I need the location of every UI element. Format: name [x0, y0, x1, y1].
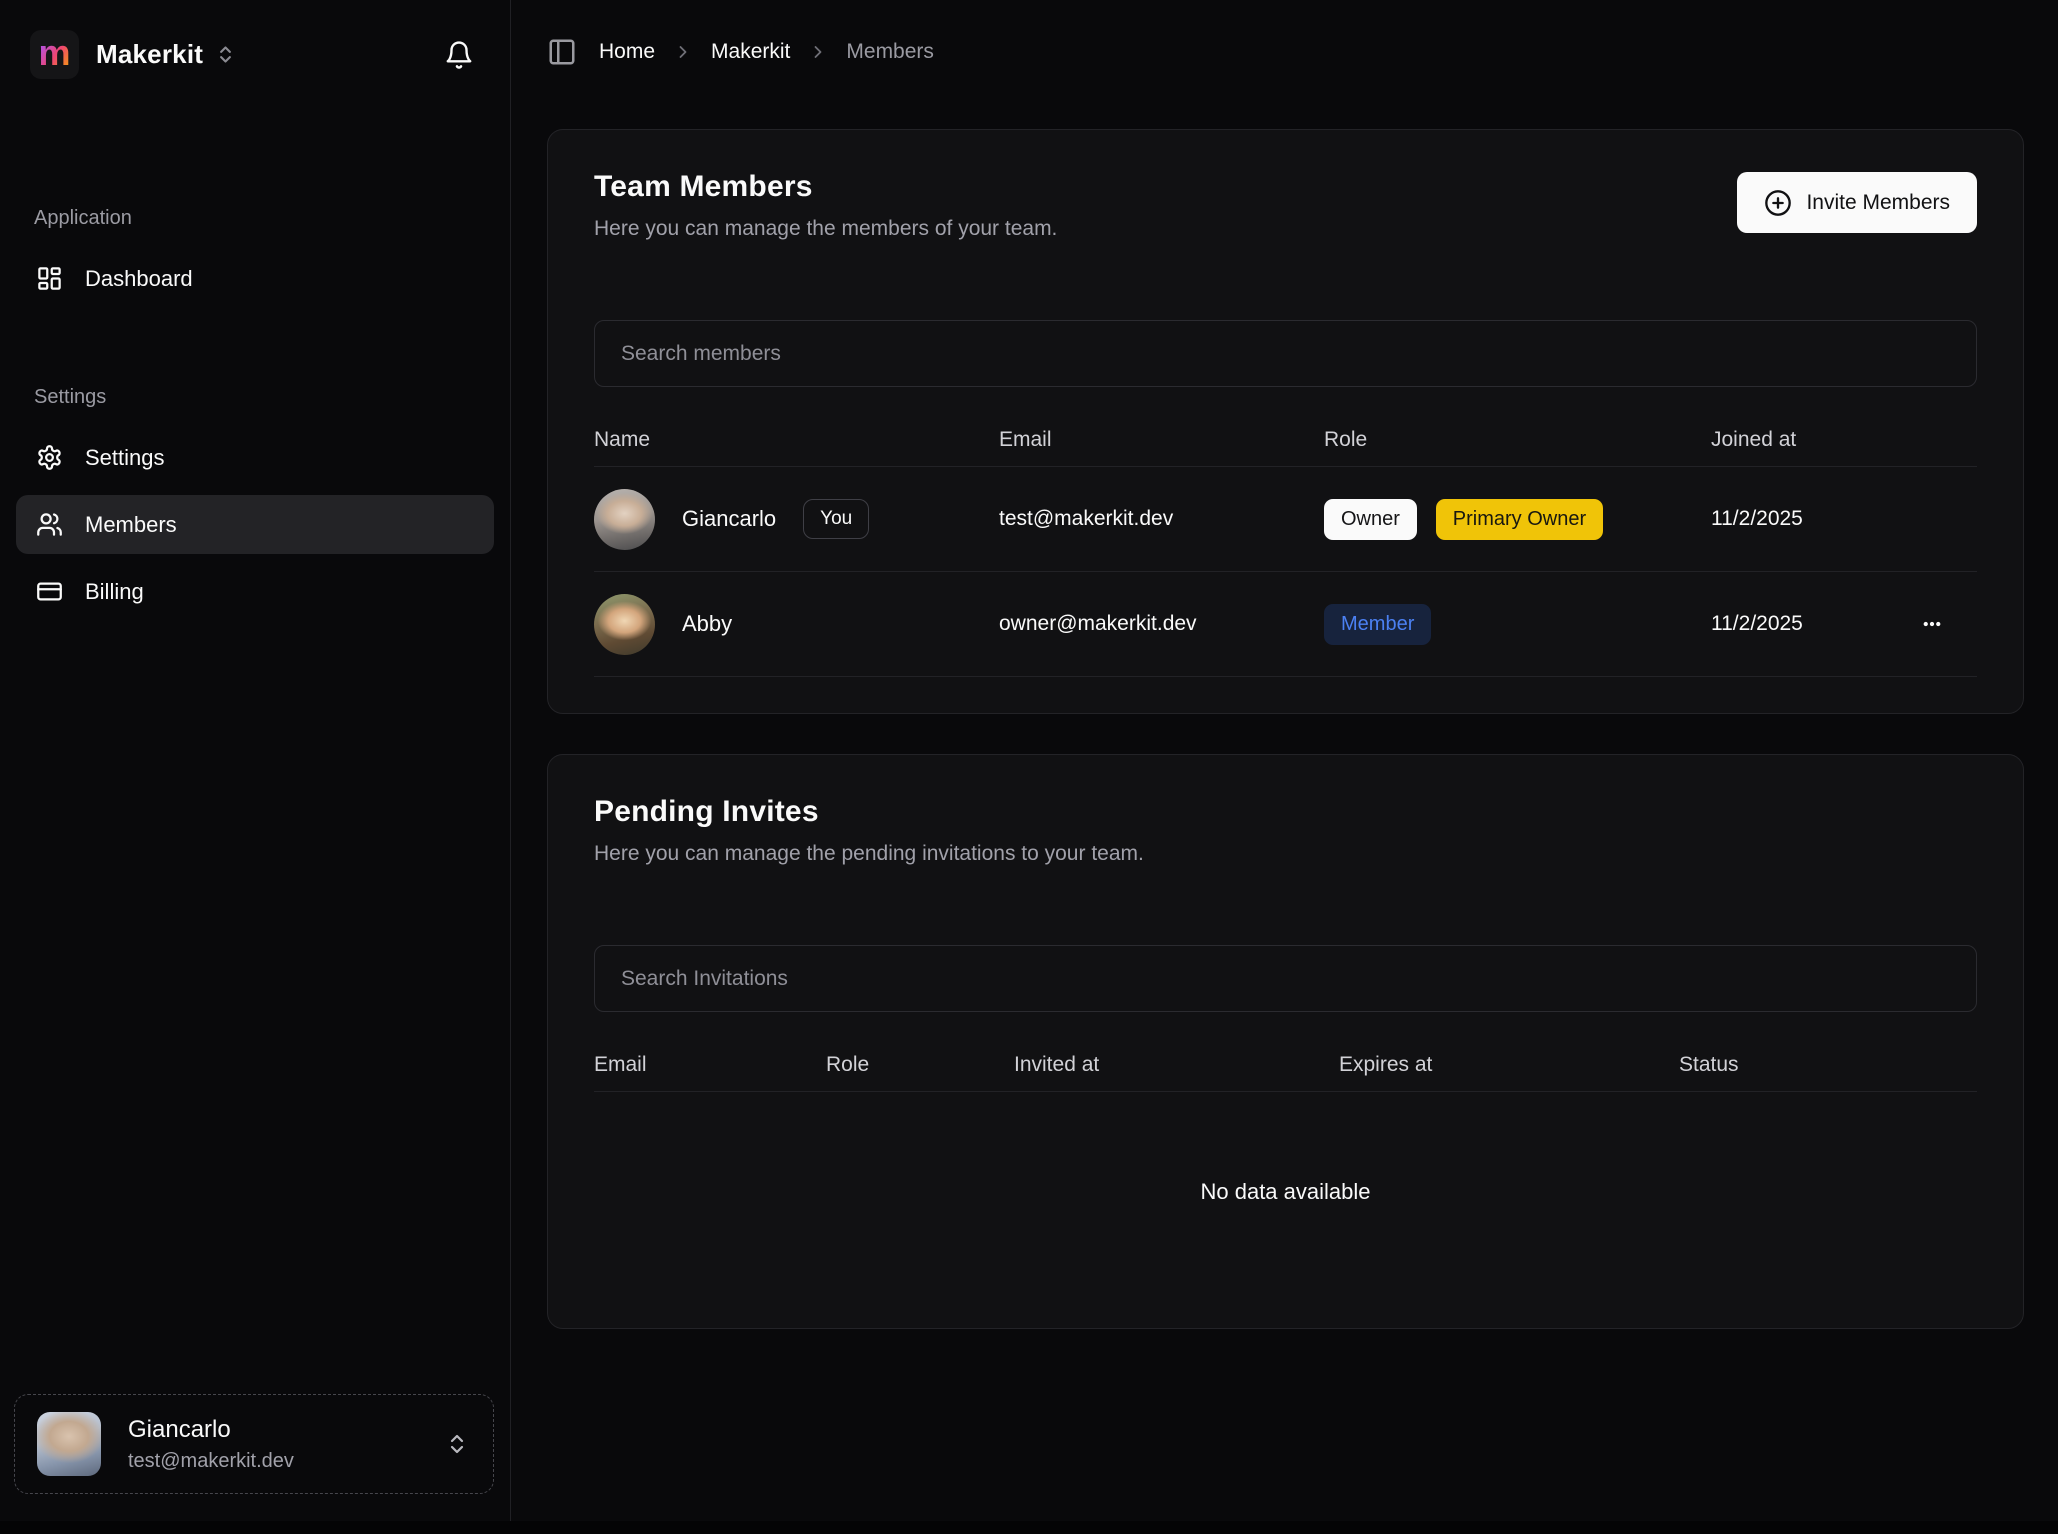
chevron-right-icon	[673, 42, 693, 62]
breadcrumb: Home Makerkit Members	[547, 30, 2025, 74]
invite-members-label: Invite Members	[1806, 191, 1950, 215]
member-name-cell: Giancarlo You	[594, 489, 999, 550]
you-badge: You	[803, 499, 869, 539]
sidebar-header: m Makerkit	[0, 0, 510, 79]
role-badge-owner: Owner	[1324, 499, 1417, 540]
breadcrumb-makerkit[interactable]: Makerkit	[711, 40, 790, 64]
breadcrumb-members: Members	[846, 40, 934, 64]
chevron-right-icon	[808, 42, 828, 62]
makerkit-logo[interactable]: m	[30, 30, 79, 79]
dashboard-icon	[36, 265, 63, 292]
column-header-expires-at: Expires at	[1339, 1053, 1679, 1077]
chevrons-up-down-icon[interactable]	[215, 44, 236, 65]
user-meta: Giancarlo test@makerkit.dev	[128, 1415, 294, 1473]
member-role-cell: Member	[1324, 604, 1711, 645]
member-name: Abby	[682, 611, 732, 637]
team-members-heading-group: Team Members Here you can manage the mem…	[594, 170, 1057, 241]
member-email: test@makerkit.dev	[999, 507, 1324, 531]
card-subtitle: Here you can manage the members of your …	[594, 217, 1057, 241]
ellipsis-icon	[1917, 609, 1947, 639]
column-header-name: Name	[594, 428, 999, 452]
section-label: Application	[34, 207, 494, 230]
empty-state-text: No data available	[594, 1092, 1977, 1292]
sidebar-item-billing[interactable]: Billing	[16, 562, 494, 621]
search-invitations-input[interactable]	[594, 945, 1977, 1012]
table-row: Giancarlo You test@makerkit.dev Owner Pr…	[594, 467, 1977, 572]
team-members-header: Team Members Here you can manage the mem…	[594, 170, 1977, 284]
gear-icon	[36, 444, 63, 471]
circle-plus-icon	[1764, 189, 1792, 217]
window-bottom-edge	[0, 1521, 2058, 1534]
row-actions-menu[interactable]	[1909, 601, 1955, 647]
invite-members-button[interactable]: Invite Members	[1737, 172, 1977, 233]
sidebar-item-label: Billing	[85, 579, 144, 605]
workspace-name[interactable]: Makerkit	[96, 39, 203, 70]
sidebar-item-settings[interactable]: Settings	[16, 428, 494, 487]
team-members-card: Team Members Here you can manage the mem…	[547, 129, 2024, 714]
pending-invites-heading-group: Pending Invites Here you can manage the …	[594, 795, 1144, 866]
sidebar-item-members[interactable]: Members	[16, 495, 494, 554]
logo-letter: m	[38, 35, 70, 71]
user-name: Giancarlo	[128, 1415, 294, 1445]
column-header-role: Role	[826, 1053, 1014, 1077]
chevrons-up-down-icon	[445, 1432, 469, 1456]
panel-left-icon[interactable]	[547, 37, 577, 67]
member-joined-at: 11/2/2025	[1711, 612, 1887, 636]
app-root: m Makerkit Application Dashboard Setting…	[0, 0, 2058, 1534]
column-header-invited-at: Invited at	[1014, 1053, 1339, 1077]
sidebar-section-application: Application Dashboard	[16, 207, 494, 308]
member-name: Giancarlo	[682, 506, 776, 532]
avatar	[594, 489, 655, 550]
card-title: Pending Invites	[594, 795, 1144, 829]
member-joined-at: 11/2/2025	[1711, 507, 1887, 531]
main-content: Home Makerkit Members Team Members Here …	[511, 0, 2058, 1534]
pending-invites-header: Pending Invites Here you can manage the …	[594, 795, 1977, 909]
user-email: test@makerkit.dev	[128, 1450, 294, 1473]
members-table-header: Name Email Role Joined at	[594, 413, 1977, 467]
user-avatar	[37, 1412, 101, 1476]
sidebar-item-label: Dashboard	[85, 266, 193, 292]
column-header-email: Email	[594, 1053, 826, 1077]
users-icon	[36, 511, 63, 538]
table-row: Abby owner@makerkit.dev Member 11/2/2025	[594, 572, 1977, 677]
breadcrumb-home[interactable]: Home	[599, 40, 655, 64]
avatar	[594, 594, 655, 655]
member-email: owner@makerkit.dev	[999, 612, 1324, 636]
sidebar-item-label: Members	[85, 512, 177, 538]
section-label: Settings	[34, 386, 494, 409]
sidebar-section-settings: Settings Settings Members Billing	[16, 386, 494, 621]
card-title: Team Members	[594, 170, 1057, 204]
notifications-bell-icon[interactable]	[444, 40, 474, 70]
column-header-status: Status	[1679, 1053, 1977, 1077]
role-badge-primary-owner: Primary Owner	[1436, 499, 1603, 540]
column-header-joined-at: Joined at	[1711, 428, 1887, 452]
card-subtitle: Here you can manage the pending invitati…	[594, 842, 1144, 866]
role-badge-member: Member	[1324, 604, 1431, 645]
search-members-input[interactable]	[594, 320, 1977, 387]
sidebar-item-label: Settings	[85, 445, 165, 471]
column-header-role: Role	[1324, 428, 1711, 452]
user-account-menu[interactable]: Giancarlo test@makerkit.dev	[14, 1394, 494, 1494]
pending-invites-card: Pending Invites Here you can manage the …	[547, 754, 2024, 1329]
sidebar: m Makerkit Application Dashboard Setting…	[0, 0, 511, 1534]
invites-table-header: Email Role Invited at Expires at Status	[594, 1038, 1977, 1092]
credit-card-icon	[36, 578, 63, 605]
sidebar-item-dashboard[interactable]: Dashboard	[16, 249, 494, 308]
column-header-email: Email	[999, 428, 1324, 452]
sidebar-nav: Application Dashboard Settings Settings …	[0, 207, 510, 629]
member-role-cell: Owner Primary Owner	[1324, 499, 1711, 540]
member-name-cell: Abby	[594, 594, 999, 655]
